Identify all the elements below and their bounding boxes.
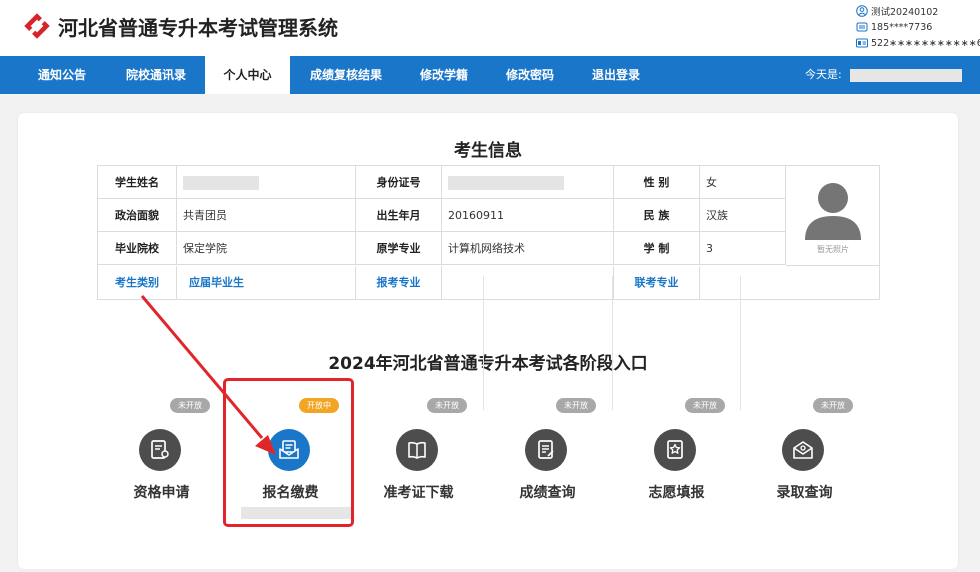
- value-joint-major: [700, 266, 880, 299]
- label-applied-major: 报考专业: [356, 266, 442, 299]
- stage-volunteer-fill[interactable]: 未开放 志愿填报: [612, 385, 741, 525]
- label-joint-major: 联考专业: [614, 266, 700, 299]
- value-graduation-school: 保定学院: [177, 232, 356, 265]
- site-title: 河北省普通专升本考试管理系统: [58, 16, 338, 40]
- status-badge: 未开放: [556, 398, 596, 413]
- stages-title: 2024年河北省普通专升本考试各阶段入口: [328, 354, 648, 374]
- header: 河北省普通专升本考试管理系统 测试20240102 185****7736 52…: [0, 0, 980, 56]
- nav-item-school-directory[interactable]: 院校通讯录: [113, 56, 199, 94]
- nav-item-notices[interactable]: 通知公告: [26, 56, 98, 94]
- user-name: 测试20240102: [871, 7, 939, 18]
- label-birth-date: 出生年月: [356, 199, 442, 232]
- value-ethnicity: 汉族: [700, 199, 786, 232]
- avatar-placeholder-icon: [805, 183, 861, 240]
- id-card-icon: [856, 38, 868, 48]
- user-name-row: 测试20240102: [856, 3, 978, 19]
- value-applied-major: [442, 266, 614, 299]
- student-info-table: 学生姓名 身份证号 性 别 女 政治面貌 共青团员 出生年月 20160911 …: [97, 165, 880, 300]
- nav-item-score-review[interactable]: 成绩复核结果: [298, 56, 394, 94]
- value-id-number: [442, 166, 614, 199]
- label-study-length: 学 制: [614, 232, 700, 265]
- status-badge: 未开放: [427, 398, 467, 413]
- label-political-status: 政治面貌: [98, 199, 177, 232]
- label-gender: 性 别: [614, 166, 700, 199]
- user-phone: 185****7736: [871, 21, 933, 33]
- stage-label: 录取查询: [776, 485, 833, 501]
- value-student-name: [177, 166, 356, 199]
- status-badge: 未开放: [170, 398, 210, 413]
- photo-caption: 暂无照片: [817, 245, 849, 254]
- value-gender: 女: [700, 166, 786, 199]
- status-badge: 未开放: [685, 398, 725, 413]
- book-icon: [396, 429, 438, 471]
- label-student-name: 学生姓名: [98, 166, 177, 199]
- score-doc-icon: [525, 429, 567, 471]
- value-original-major: 计算机网络技术: [442, 232, 614, 265]
- value-candidate-category: 应届毕业生: [177, 266, 356, 299]
- photo-cell: 暂无照片: [786, 166, 880, 266]
- user-phone-row: 185****7736: [856, 19, 978, 35]
- stage-admission-query[interactable]: 未开放 录取查询: [740, 385, 869, 525]
- value-birth-date: 20160911: [442, 199, 614, 232]
- stage-qualification-apply[interactable]: 未开放 资格申请: [97, 385, 226, 525]
- user-icon: [856, 5, 868, 17]
- label-id-number: 身份证号: [356, 166, 442, 199]
- redacted-id: [448, 176, 564, 190]
- label-original-major: 原学专业: [356, 232, 442, 265]
- stage-score-query[interactable]: 未开放 成绩查询: [483, 385, 612, 525]
- logo-icon: [24, 13, 50, 39]
- highlight-box: [223, 378, 354, 527]
- stage-label: 成绩查询: [519, 485, 576, 501]
- label-ethnicity: 民 族: [614, 199, 700, 232]
- star-doc-icon: [654, 429, 696, 471]
- status-badge: 未开放: [813, 398, 853, 413]
- nav-item-logout[interactable]: 退出登录: [580, 56, 652, 94]
- nav-item-personal-center[interactable]: 个人中心: [205, 56, 290, 94]
- value-political-status: 共青团员: [177, 199, 356, 232]
- today-date-redacted: [850, 69, 962, 82]
- stage-label: 志愿填报: [648, 485, 705, 501]
- label-graduation-school: 毕业院校: [98, 232, 177, 265]
- admission-icon: [782, 429, 824, 471]
- user-id-number: 522∗∗∗∗∗∗∗∗∗∗∗6080: [871, 37, 980, 49]
- info-title: 考生信息: [454, 141, 522, 161]
- phone-icon: [856, 22, 868, 32]
- redacted-name: [183, 176, 259, 190]
- user-info: 测试20240102 185****7736 522∗∗∗∗∗∗∗∗∗∗∗608…: [856, 3, 980, 51]
- today-label: 今天是:: [805, 68, 842, 81]
- main-nav: 通知公告 院校通讯录 个人中心 成绩复核结果 修改学籍 修改密码 退出登录 今天…: [0, 56, 980, 94]
- nav-item-change-password[interactable]: 修改密码: [494, 56, 566, 94]
- certificate-icon: [139, 429, 181, 471]
- stage-label: 资格申请: [133, 485, 190, 501]
- user-id-row: 522∗∗∗∗∗∗∗∗∗∗∗6080: [856, 35, 980, 51]
- value-study-length: 3: [700, 232, 786, 265]
- stage-label: 准考证下载: [383, 485, 454, 501]
- nav-item-edit-record[interactable]: 修改学籍: [408, 56, 480, 94]
- label-candidate-category: 考生类别: [98, 266, 177, 299]
- stage-admission-ticket[interactable]: 未开放 准考证下载: [354, 385, 483, 525]
